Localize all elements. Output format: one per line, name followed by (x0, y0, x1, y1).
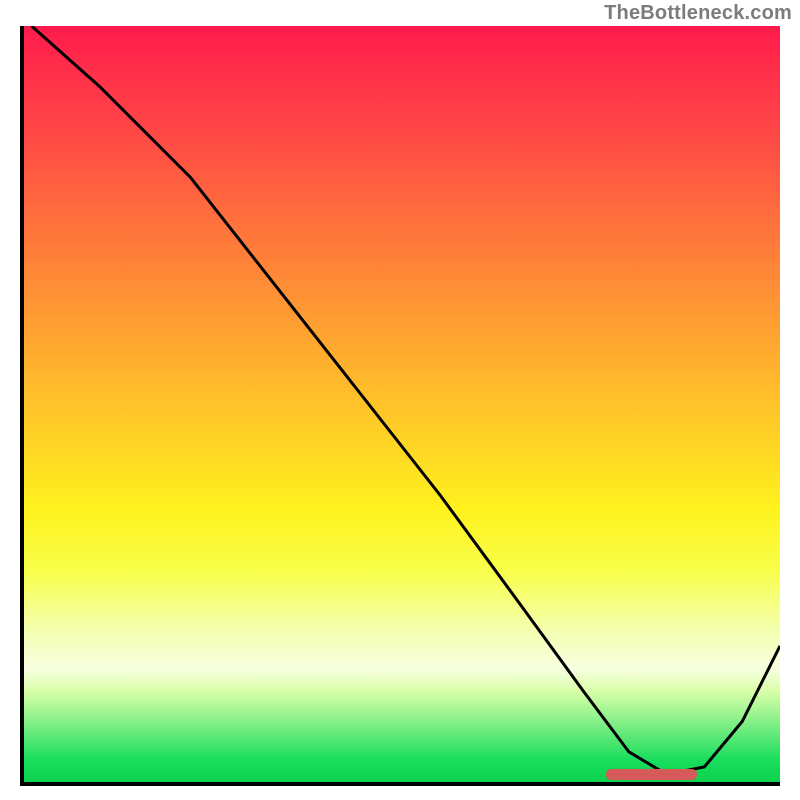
chart-container: TheBottleneck.com (0, 0, 800, 800)
optimal-range-marker (606, 769, 697, 780)
curve-path (32, 26, 780, 774)
bottleneck-curve (24, 26, 780, 782)
plot-area (20, 26, 780, 786)
attribution-text: TheBottleneck.com (604, 2, 792, 25)
